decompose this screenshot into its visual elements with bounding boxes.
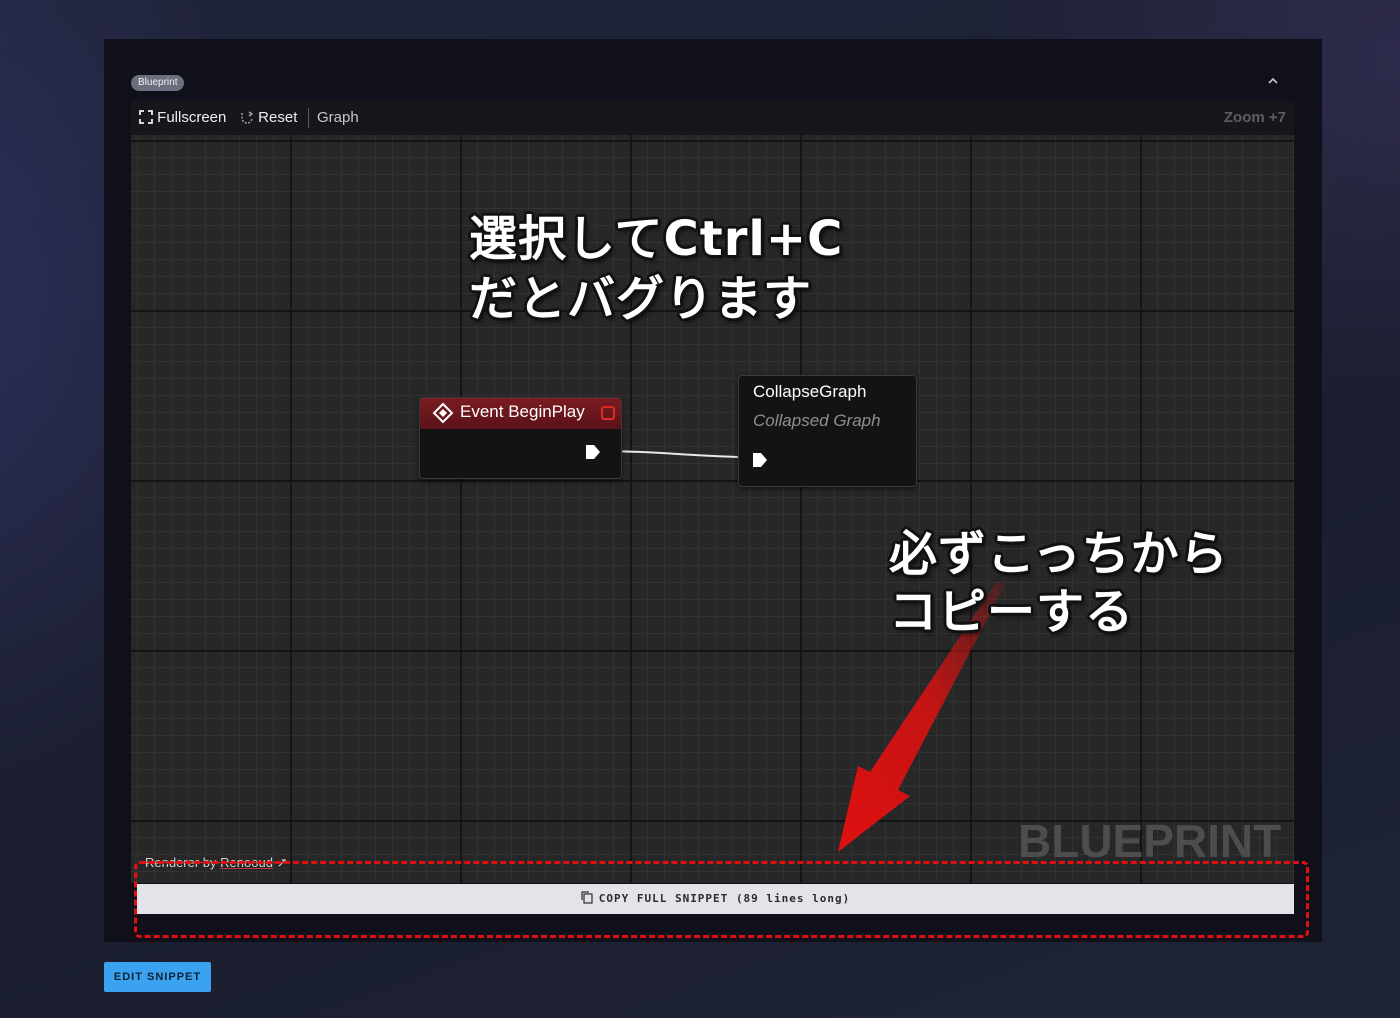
- fullscreen-icon: [139, 110, 153, 124]
- renderer-prefix: Renderer by: [145, 855, 221, 870]
- renderer-credit: Renderer by Renooud ↗: [145, 855, 287, 871]
- exec-out-pin-icon[interactable]: [584, 443, 602, 461]
- reset-button[interactable]: Reset: [240, 101, 297, 135]
- event-icon: [432, 402, 454, 424]
- edit-snippet-button[interactable]: EDIT SNIPPET: [104, 962, 211, 992]
- annotation-line: 必ずこっちから: [889, 526, 1229, 582]
- node-title: Event BeginPlay: [460, 402, 585, 421]
- collapse-graph-node[interactable]: CollapseGraph Collapsed Graph: [738, 375, 917, 487]
- graph-canvas[interactable]: Event BeginPlay CollapseGraph Collapsed …: [131, 135, 1294, 883]
- annotation-instruction: 必ずこっちから コピーする: [889, 525, 1229, 641]
- blueprint-watermark: BLUEPRINT: [1018, 815, 1282, 867]
- reset-label: Reset: [258, 109, 298, 126]
- graph-tab[interactable]: Graph: [317, 101, 359, 135]
- node-subtitle: Collapsed Graph: [753, 411, 881, 430]
- reset-icon: [241, 111, 254, 124]
- exec-in-pin-icon[interactable]: [751, 451, 769, 469]
- renderer-link[interactable]: Renooud: [220, 855, 273, 870]
- blueprint-badge: Blueprint: [131, 75, 185, 91]
- external-link-icon[interactable]: ↗: [277, 855, 288, 870]
- copy-label: COPY FULL SNIPPET: [598, 892, 729, 905]
- graph-toolbar: Fullscreen Reset Graph Zoom +7: [131, 101, 1294, 135]
- annotation-line: 選択してCtrl+C: [469, 211, 844, 267]
- annotation-line: だとバグります: [469, 271, 813, 327]
- event-beginplay-node[interactable]: Event BeginPlay: [419, 397, 622, 479]
- copy-snippet-button[interactable]: COPY FULL SNIPPET (89 lines long): [137, 884, 1294, 914]
- copy-icon: [581, 891, 593, 904]
- chevron-up-icon[interactable]: [1264, 74, 1282, 92]
- fullscreen-button[interactable]: Fullscreen: [139, 101, 226, 135]
- annotation-warning: 選択してCtrl+C だとバグります: [469, 209, 843, 329]
- copy-detail: (89 lines long): [735, 892, 851, 905]
- zoom-level: Zoom +7: [1223, 109, 1286, 126]
- fullscreen-label: Fullscreen: [157, 109, 227, 126]
- node-title: CollapseGraph: [753, 382, 867, 401]
- annotation-line: コピーする: [889, 584, 1135, 640]
- toolbar-divider: [308, 108, 309, 128]
- delegate-pin-icon[interactable]: [600, 405, 616, 421]
